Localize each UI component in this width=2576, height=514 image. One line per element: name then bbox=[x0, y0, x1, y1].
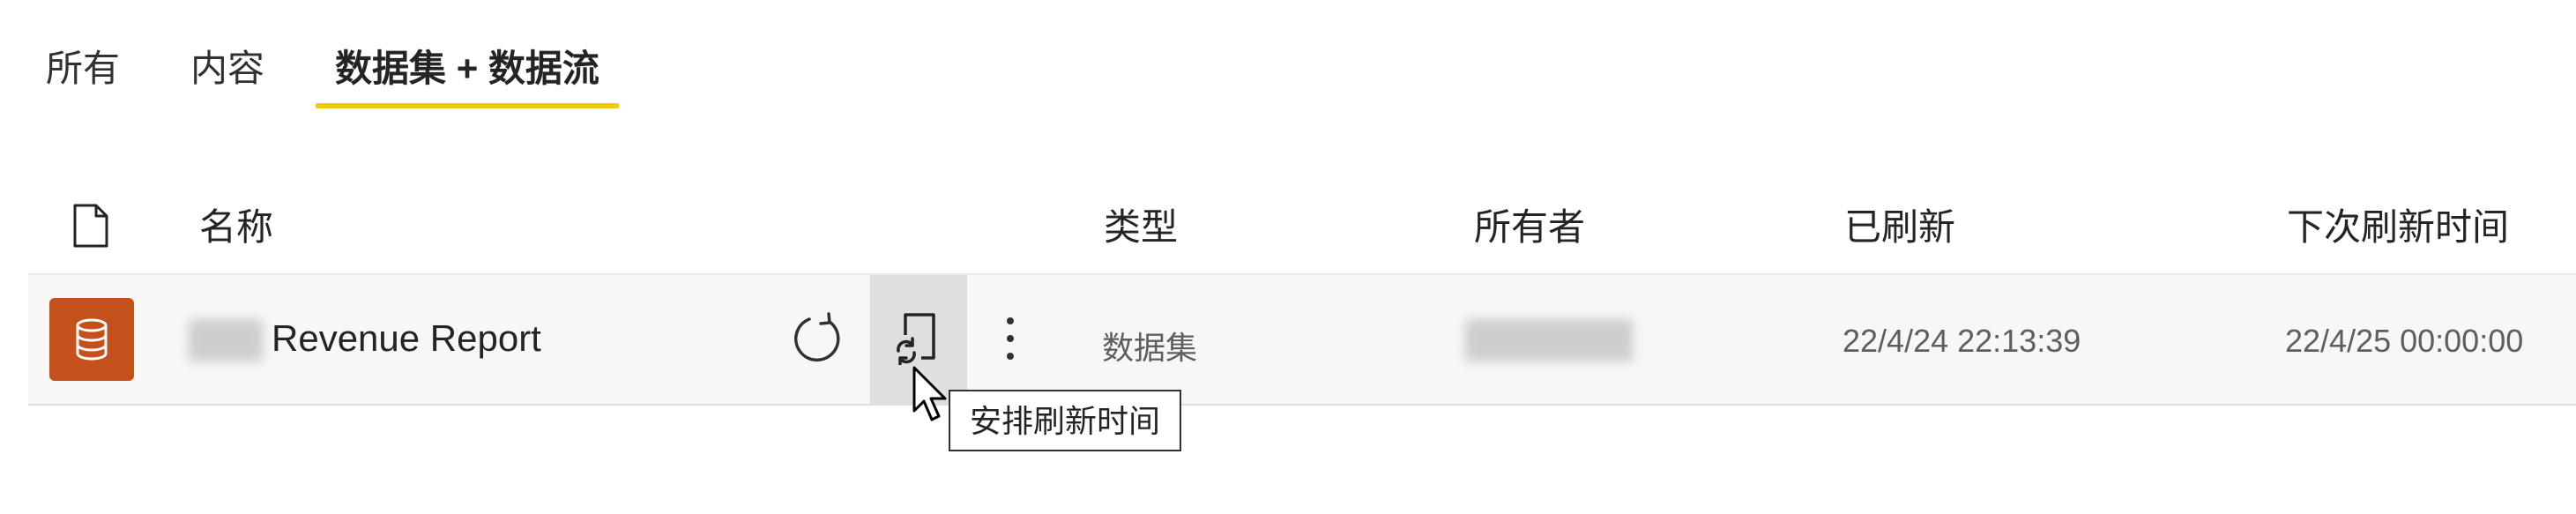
dataset-name-link[interactable]: Revenue Report bbox=[272, 317, 541, 360]
table-row[interactable]: Revenue Report 数据集 22/4/24 22:13:39 22/4… bbox=[28, 275, 2576, 406]
column-header-owner[interactable]: 所有者 bbox=[1474, 197, 1585, 251]
schedule-refresh-icon bbox=[897, 313, 935, 365]
mouse-cursor-icon bbox=[912, 366, 947, 421]
tab-all[interactable]: 所有 bbox=[46, 38, 120, 100]
redacted-name-prefix bbox=[189, 319, 263, 361]
tab-content[interactable]: 内容 bbox=[190, 38, 264, 100]
pivot-tabs: 所有 内容 数据集 + 数据流 bbox=[46, 34, 670, 108]
column-header-next-refresh[interactable]: 下次刷新时间 bbox=[2287, 197, 2509, 251]
column-header-type[interactable]: 类型 bbox=[1104, 197, 1178, 251]
refresh-icon[interactable] bbox=[792, 312, 845, 365]
dataset-tile bbox=[49, 298, 134, 381]
table-header: 名称 类型 所有者 已刷新 下次刷新时间 bbox=[28, 183, 2576, 263]
type-cell: 数据集 bbox=[1102, 330, 1198, 366]
more-options-icon[interactable] bbox=[993, 312, 1028, 365]
tab-datasets-dataflows[interactable]: 数据集 + 数据流 bbox=[316, 38, 619, 108]
refreshed-cell: 22/4/24 22:13:39 bbox=[1843, 323, 2081, 359]
document-icon bbox=[73, 204, 108, 248]
column-header-name[interactable]: 名称 bbox=[199, 197, 273, 251]
next-refresh-cell: 22/4/25 00:00:00 bbox=[2285, 323, 2524, 359]
database-icon bbox=[76, 318, 108, 361]
redacted-owner bbox=[1465, 319, 1633, 361]
tooltip: 安排刷新时间 bbox=[949, 390, 1182, 451]
column-header-refreshed[interactable]: 已刷新 bbox=[1844, 197, 1955, 251]
